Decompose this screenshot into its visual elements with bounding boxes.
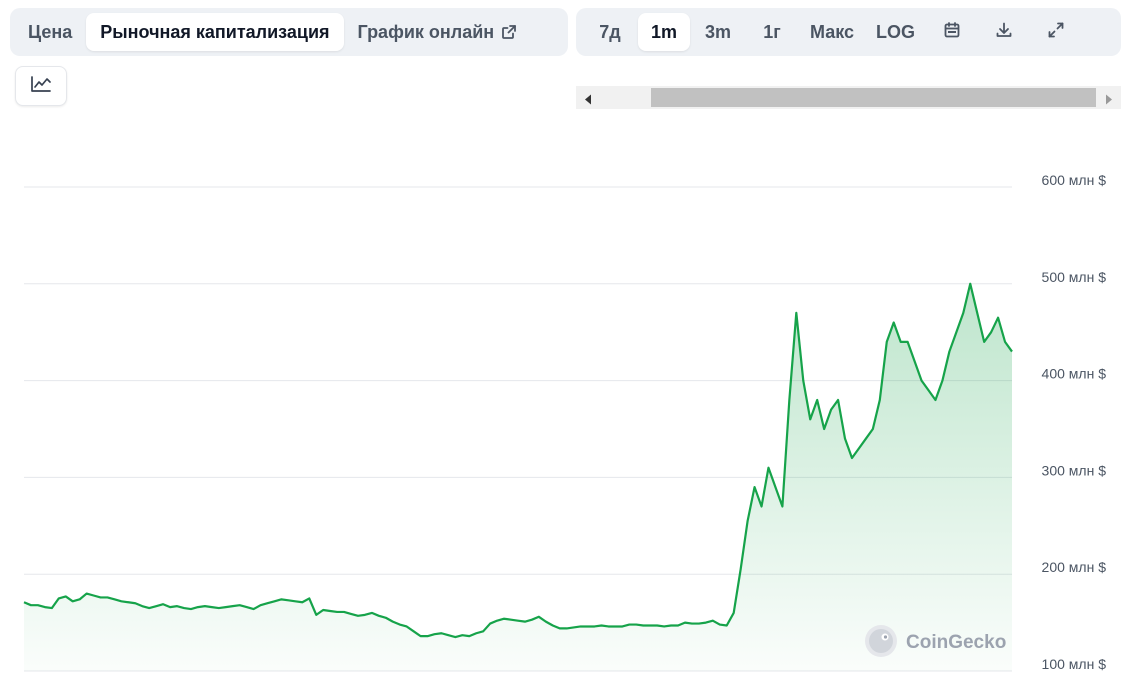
y-tick-label: 600 млн $ (1042, 172, 1107, 188)
coingecko-logo-icon (865, 625, 897, 657)
y-tick-label: 400 млн $ (1042, 366, 1107, 382)
y-tick-label: 100 млн $ (1042, 656, 1107, 672)
watermark-text: CoinGecko (906, 632, 1006, 653)
y-tick-label: 300 млн $ (1042, 462, 1107, 478)
market-cap-chart: 100 млн $ 200 млн $ 300 млн $ 400 млн $ 500 … (23, 172, 1107, 672)
y-tick-label: 500 млн $ (1042, 269, 1107, 285)
y-tick-label: 200 млн $ (1042, 559, 1107, 575)
y-axis-labels: 100 млн $ 200 млн $ 300 млн $ 400 млн $ 500 … (1042, 172, 1107, 672)
